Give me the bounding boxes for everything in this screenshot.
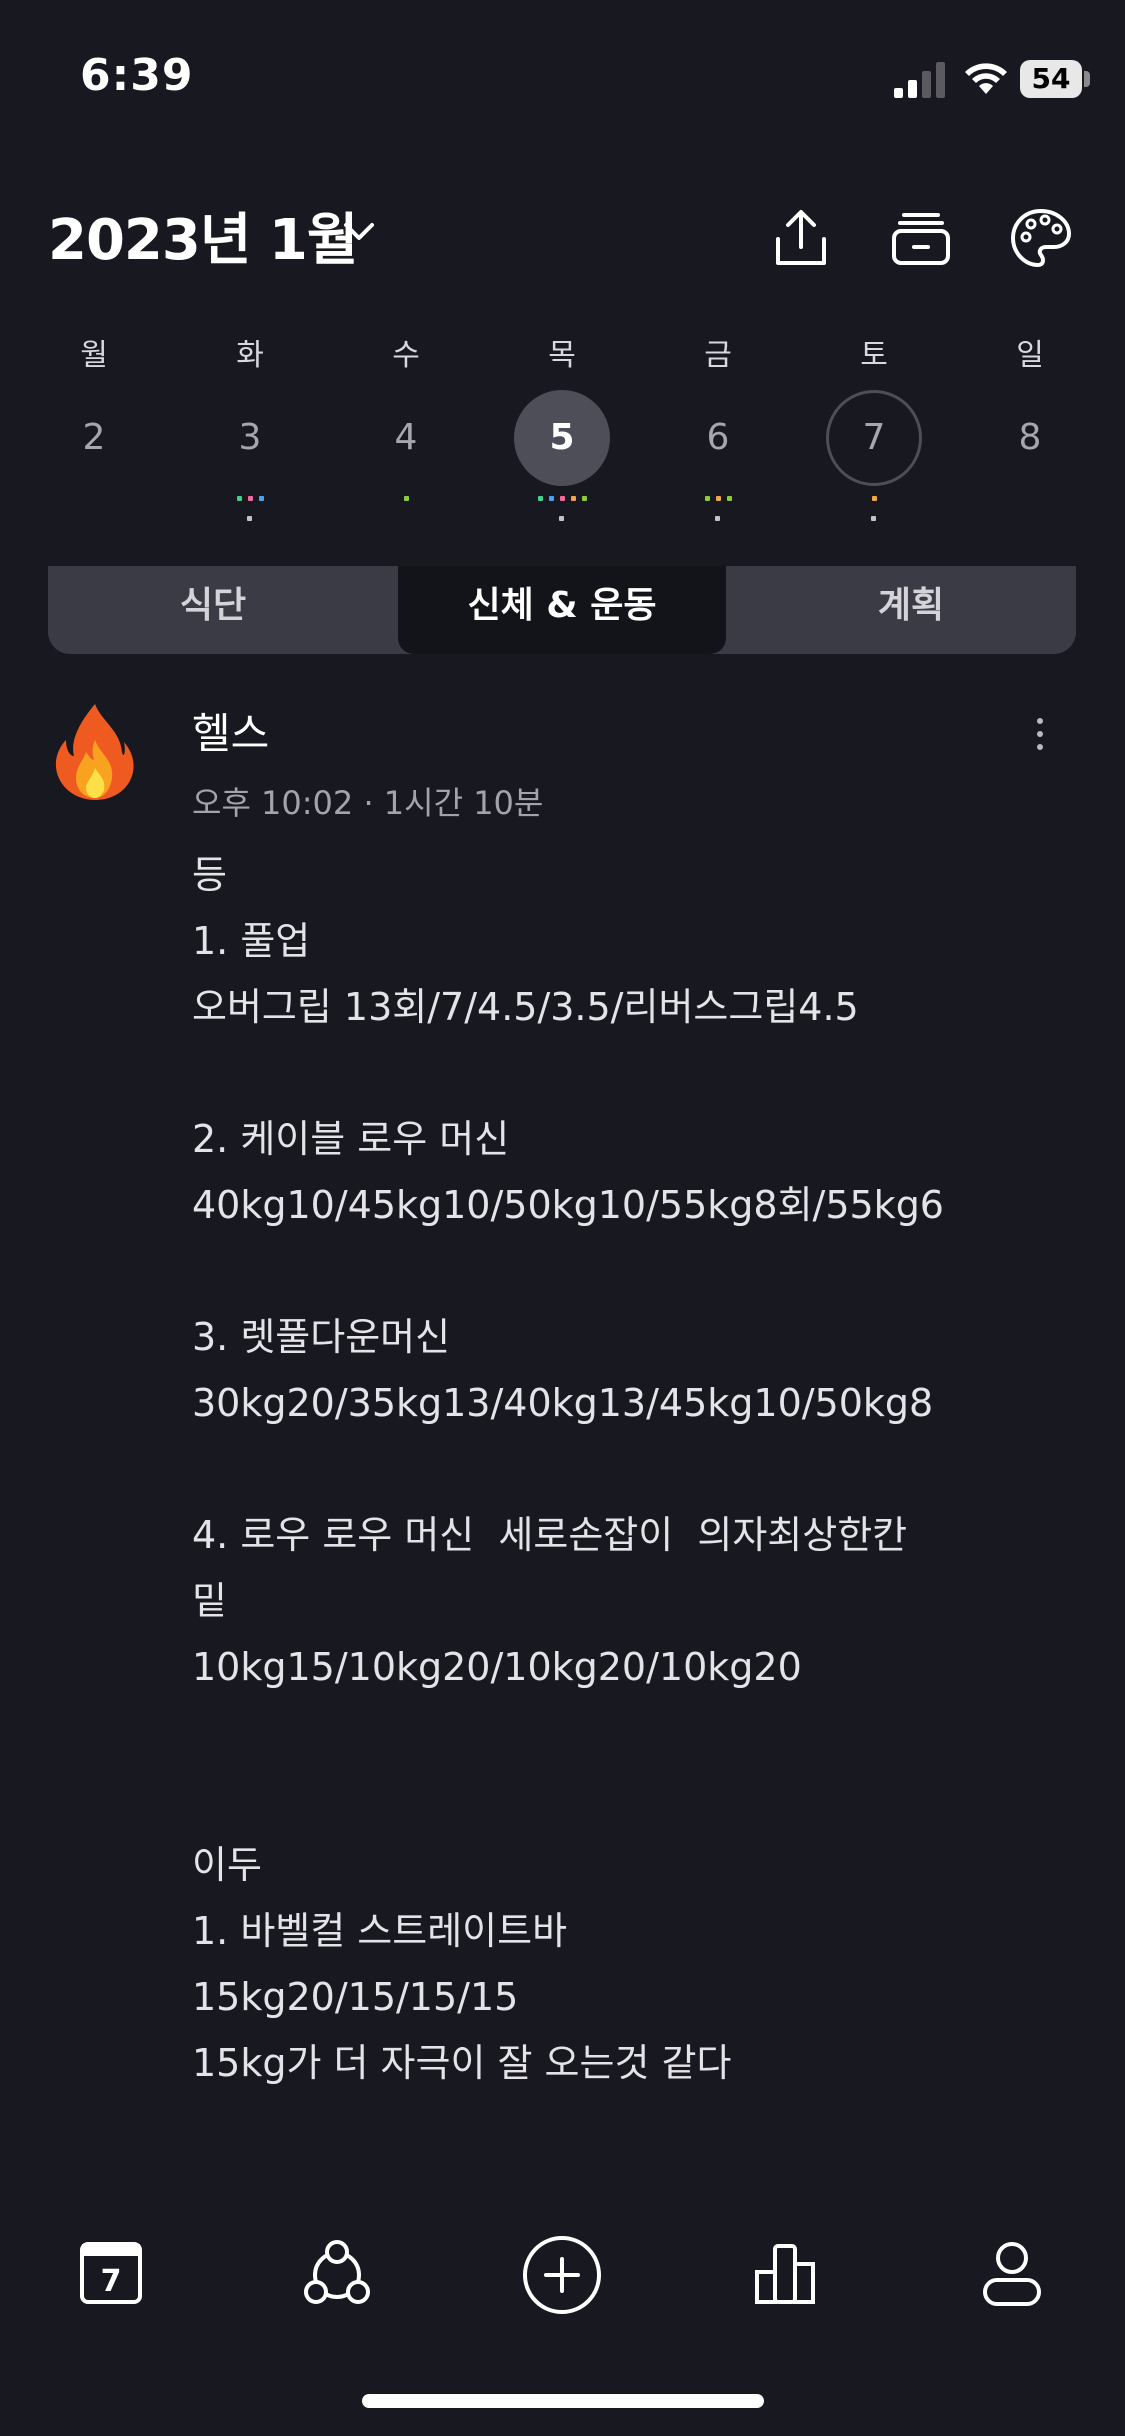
- community-icon: [304, 2240, 370, 2304]
- day-name: 토: [860, 338, 888, 373]
- palette-icon[interactable]: [1008, 205, 1074, 271]
- profile-tab[interactable]: [967, 2230, 1057, 2320]
- add-entry-tab[interactable]: [517, 2230, 607, 2320]
- more-options-icon[interactable]: [1030, 718, 1050, 758]
- activity-dots: [200, 496, 300, 501]
- bottom-nav: 7: [0, 2200, 1125, 2340]
- entry-line: 2. 케이블 로우 머신: [192, 1117, 510, 1161]
- day-4[interactable]: 금6: [668, 320, 768, 530]
- entry-line: 15kg가 더 자극이 잘 오는것 같다: [192, 2041, 732, 2085]
- activity-dots: [668, 496, 768, 501]
- activity-dot: [570, 496, 576, 501]
- calendar-day-label: 7: [100, 2264, 122, 2299]
- entry-line: [192, 1040, 1012, 1106]
- home-indicator: [362, 2394, 764, 2408]
- activity-dot: [581, 496, 587, 501]
- day-name: 목: [548, 338, 576, 373]
- activity-subdot: [715, 516, 720, 521]
- day-number[interactable]: 7: [826, 390, 922, 486]
- archive-icon[interactable]: [888, 205, 954, 271]
- entry-line: 40kg10/45kg10/50kg10/55kg8회/55kg6: [192, 1183, 944, 1227]
- tab-diet[interactable]: 식단: [48, 566, 378, 654]
- entry-meta: 오후 10:02 · 1시간 10분: [192, 784, 544, 822]
- entry-line: 30kg20/35kg13/40kg13/45kg10/50kg8: [192, 1381, 934, 1425]
- profile-icon: [983, 2242, 1041, 2306]
- battery-level: 54: [1031, 62, 1071, 95]
- cellular-signal-icon: [894, 62, 945, 98]
- calendar-tab[interactable]: 7: [66, 2230, 156, 2320]
- add-circle-icon: [523, 2236, 601, 2314]
- day-0[interactable]: 월2: [44, 320, 144, 530]
- wifi-icon: [965, 63, 1007, 94]
- activity-dot: [548, 496, 554, 501]
- activity-dot: [715, 496, 721, 501]
- entry-line: 등: [192, 853, 227, 897]
- day-number[interactable]: 5: [514, 390, 610, 486]
- day-name: 월: [80, 338, 108, 373]
- tab-plan[interactable]: 계획: [746, 566, 1076, 654]
- entry-line: 10kg15/10kg20/10kg20/10kg20: [192, 1645, 802, 1689]
- day-5[interactable]: 토7: [824, 320, 924, 530]
- day-number[interactable]: 8: [982, 390, 1078, 486]
- activity-subdot: [247, 516, 252, 521]
- tab-body-exercise[interactable]: 신체 & 운동: [398, 566, 726, 654]
- activity-dot: [258, 496, 264, 501]
- entry-line: 4. 로우 로우 머신 세로손잡이 의자최상한칸: [192, 1513, 908, 1557]
- activity-dots: [512, 496, 612, 501]
- bar-chart-icon: [755, 2244, 815, 2304]
- battery-icon: 54: [1020, 60, 1082, 98]
- day-number[interactable]: 4: [358, 390, 454, 486]
- entry-line: [192, 1700, 1012, 1766]
- day-number[interactable]: 6: [670, 390, 766, 486]
- entry-line: 1. 풀업: [192, 919, 311, 963]
- entry-line: 오버그립 13회/7/4.5/3.5/리버스그립4.5: [192, 985, 859, 1029]
- entry-line: 이두: [192, 1843, 262, 1887]
- day-name: 일: [1016, 338, 1044, 373]
- day-number[interactable]: 2: [46, 390, 142, 486]
- category-tabs: 식단 신체 & 운동 계획: [48, 566, 1076, 654]
- chevron-down-icon[interactable]: [340, 213, 378, 251]
- entry-line: [192, 1436, 1012, 1502]
- entry-body[interactable]: 등 1. 풀업오버그립 13회/7/4.5/3.5/리버스그립4.5 2. 케이블 …: [192, 842, 1012, 2096]
- activity-dots: [824, 496, 924, 501]
- day-number[interactable]: 3: [202, 390, 298, 486]
- share-icon[interactable]: [768, 205, 834, 271]
- status-bar: 6:39 54: [0, 0, 1125, 160]
- activity-dot: [726, 496, 732, 501]
- activity-dot: [247, 496, 253, 501]
- activity-dot: [871, 496, 877, 501]
- entry-line: [192, 1238, 1012, 1304]
- entry-line: 3. 렛풀다운머신: [192, 1315, 451, 1359]
- entry-line: 1. 바벨컬 스트레이트바: [192, 1909, 568, 1953]
- entry-line: 15kg20/15/15/15: [192, 1975, 519, 2019]
- status-time: 6:39: [80, 50, 194, 101]
- stats-tab[interactable]: [741, 2230, 831, 2320]
- activity-subdot: [871, 516, 876, 521]
- battery-cap: [1084, 71, 1090, 87]
- entry-line: [192, 1766, 1012, 1832]
- activity-dot: [559, 496, 565, 501]
- activity-dot: [704, 496, 710, 501]
- fire-icon: [55, 704, 134, 800]
- month-title[interactable]: 2023년 1월: [48, 195, 358, 276]
- entry-line: 밑: [192, 1579, 227, 1623]
- day-1[interactable]: 화3: [200, 320, 300, 530]
- week-strip: 월2화3수4목5금6토7일8: [0, 320, 1125, 530]
- day-name: 화: [236, 338, 264, 373]
- day-6[interactable]: 일8: [980, 320, 1080, 530]
- entry-title[interactable]: 헬스: [192, 700, 269, 761]
- activity-dot: [537, 496, 543, 501]
- activity-dot: [236, 496, 242, 501]
- activity-dot: [403, 496, 409, 501]
- day-name: 금: [704, 338, 732, 373]
- day-name: 수: [392, 338, 420, 373]
- day-2[interactable]: 수4: [356, 320, 456, 530]
- activity-subdot: [559, 516, 564, 521]
- activity-dots: [356, 496, 456, 501]
- day-3[interactable]: 목5: [512, 320, 612, 530]
- community-tab[interactable]: [292, 2230, 382, 2320]
